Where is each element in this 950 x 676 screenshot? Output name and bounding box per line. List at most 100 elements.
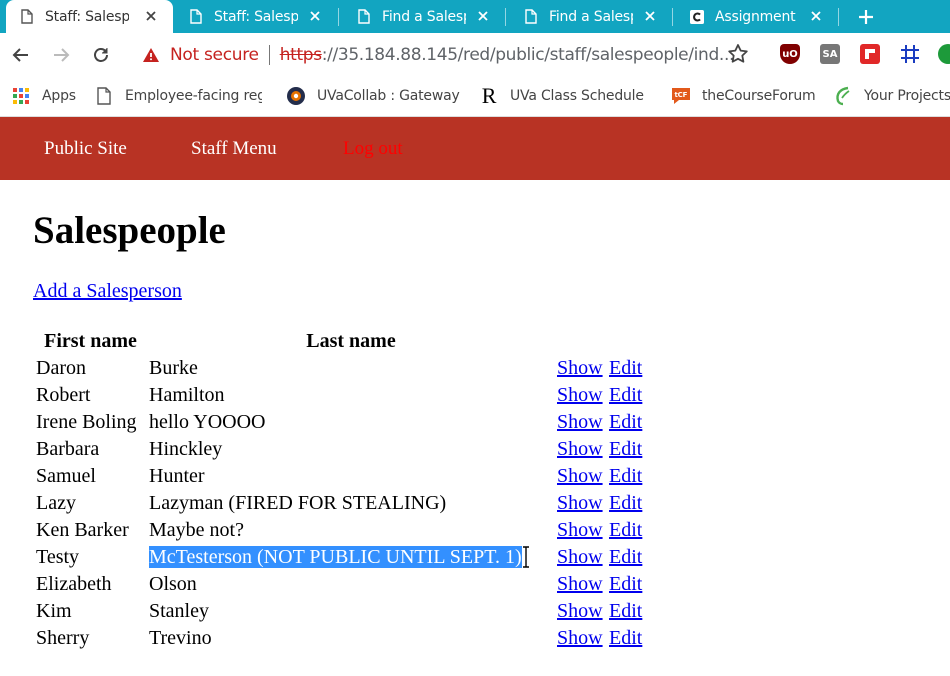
last-name-text: Trevino <box>149 627 212 649</box>
browser-toolbar: Not secure https://35.184.88.145/red/pub… <box>0 33 950 76</box>
tab-separator <box>672 8 673 26</box>
edit-link[interactable]: Edit <box>609 492 642 514</box>
browser-tab-3[interactable]: Find a Salesperson <box>343 0 505 33</box>
show-link[interactable]: Show <box>557 519 603 541</box>
edit-link[interactable]: Edit <box>609 600 642 622</box>
address-bar[interactable]: Not secure https://35.184.88.145/red/pub… <box>128 37 768 73</box>
edit-link[interactable]: Edit <box>609 357 642 379</box>
edit-header <box>608 329 648 354</box>
forward-button[interactable] <box>48 42 74 68</box>
show-link[interactable]: Show <box>557 546 603 568</box>
last-name-text: hello YOOOO <box>149 411 266 433</box>
show-cell: Show <box>556 491 606 516</box>
edit-cell: Edit <box>608 383 648 408</box>
show-link[interactable]: Show <box>557 384 603 406</box>
tab-separator <box>505 8 506 26</box>
svg-text:tCF: tCF <box>675 91 688 99</box>
close-tab-icon[interactable] <box>143 8 159 24</box>
bookmark-label: theCourseForum <box>702 88 816 104</box>
close-tab-icon[interactable] <box>475 8 491 24</box>
url-path: ://35.184.88.145/red/public/staff/salesp… <box>321 45 735 65</box>
url-scheme: https <box>279 45 322 65</box>
ublock-icon[interactable]: uO <box>780 44 800 64</box>
table-row: Ken Barker Maybe not? Show Edit <box>35 518 648 543</box>
reload-button[interactable] <box>88 42 114 68</box>
document-icon <box>189 9 203 25</box>
green-extension-icon[interactable] <box>938 44 950 64</box>
tab-strip: Staff: Salespeople Staff: Salespeople Fi… <box>0 0 950 33</box>
table-row: Elizabeth Olson Show Edit <box>35 572 648 597</box>
show-link[interactable]: Show <box>557 573 603 595</box>
edit-link[interactable]: Edit <box>609 546 642 568</box>
edit-cell: Edit <box>608 437 648 462</box>
show-link[interactable]: Show <box>557 411 603 433</box>
last-name-cell: Burke <box>148 356 554 381</box>
back-button[interactable] <box>8 42 34 68</box>
new-tab-button[interactable] <box>848 0 884 33</box>
last-name-text: Olson <box>149 573 197 595</box>
show-link[interactable]: Show <box>557 438 603 460</box>
tab-title: Find a Salesperson <box>549 8 633 25</box>
bookmark-label: Your Projects <box>864 88 950 104</box>
not-secure-label[interactable]: Not secure <box>170 45 259 65</box>
edit-link[interactable]: Edit <box>609 384 642 406</box>
show-link[interactable]: Show <box>557 357 603 379</box>
first-name-cell: Irene Boling <box>36 411 137 433</box>
bookmarks-bar: Apps Employee-facing reg UVaCollab : Gat… <box>0 76 950 117</box>
public-site-link[interactable]: Public Site <box>44 138 127 160</box>
tab-title: Staff: Salespeople <box>214 8 298 25</box>
bookmark-employee-facing[interactable]: Employee-facing reg <box>94 76 262 116</box>
edit-link[interactable]: Edit <box>609 627 642 649</box>
bookmark-class-schedule[interactable]: R UVa Class Schedule f <box>479 76 648 116</box>
show-link[interactable]: Show <box>557 465 603 487</box>
browser-tab-4[interactable]: Find a Salesperson <box>510 0 672 33</box>
browser-tab-2[interactable]: Staff: Salespeople <box>175 0 337 33</box>
tab-title: Staff: Salespeople <box>45 8 129 25</box>
table-row: Sherry Trevino Show Edit <box>35 626 648 651</box>
edit-link[interactable]: Edit <box>609 438 642 460</box>
edit-link[interactable]: Edit <box>609 519 642 541</box>
sa-extension-icon[interactable]: SA <box>820 44 840 64</box>
close-tab-icon[interactable] <box>642 8 658 24</box>
staff-menu-link[interactable]: Staff Menu <box>191 138 277 160</box>
close-tab-icon[interactable] <box>307 8 323 24</box>
reload-icon <box>94 48 108 62</box>
tcf-icon: tCF <box>671 86 691 106</box>
last-name-text: Stanley <box>149 600 209 622</box>
flipboard-icon[interactable] <box>860 44 880 64</box>
tab-separator <box>838 8 839 26</box>
last-name-text: Hunter <box>149 465 205 487</box>
close-tab-icon[interactable] <box>808 8 824 24</box>
bookmark-star-icon[interactable] <box>726 42 750 66</box>
show-link[interactable]: Show <box>557 600 603 622</box>
bookmark-coursforum[interactable]: tCF theCourseForum <box>671 76 815 116</box>
show-link[interactable]: Show <box>557 627 603 649</box>
add-salesperson-link[interactable]: Add a Salesperson <box>33 280 182 303</box>
log-out-link[interactable]: Log out <box>343 138 403 160</box>
bookmark-label: Employee-facing reg <box>125 88 262 104</box>
last-name-cell: hello YOOOO <box>148 410 554 435</box>
edit-link[interactable]: Edit <box>609 573 642 595</box>
frame-grid-icon[interactable] <box>900 44 920 64</box>
show-link[interactable]: Show <box>557 492 603 514</box>
bookmark-apps[interactable]: Apps <box>11 76 76 116</box>
edit-link[interactable]: Edit <box>609 465 642 487</box>
bookmark-uvacollab[interactable]: UVaCollab : Gateway <box>286 76 460 116</box>
bookmark-label: UVaCollab : Gateway <box>317 88 460 104</box>
first-name-cell: Testy <box>36 546 80 568</box>
edit-cell: Edit <box>608 410 648 435</box>
first-name-cell: Robert <box>36 384 91 406</box>
text-cursor-icon <box>521 546 531 568</box>
tab-separator <box>338 8 339 26</box>
edit-link[interactable]: Edit <box>609 411 642 433</box>
table-header-row: First name Last name <box>35 329 648 354</box>
first-name-header: First name <box>44 330 137 352</box>
uvacollab-icon <box>286 86 306 106</box>
browser-tab-5[interactable]: Assignment <box>676 0 838 33</box>
warning-icon[interactable] <box>142 47 160 63</box>
bookmark-your-projects[interactable]: Your Projects <box>833 76 950 116</box>
first-name-cell: Sherry <box>36 627 90 649</box>
browser-tab-1[interactable]: Staff: Salespeople <box>6 0 173 33</box>
show-cell: Show <box>556 383 606 408</box>
url-text[interactable]: https://35.184.88.145/red/public/staff/s… <box>279 45 735 65</box>
